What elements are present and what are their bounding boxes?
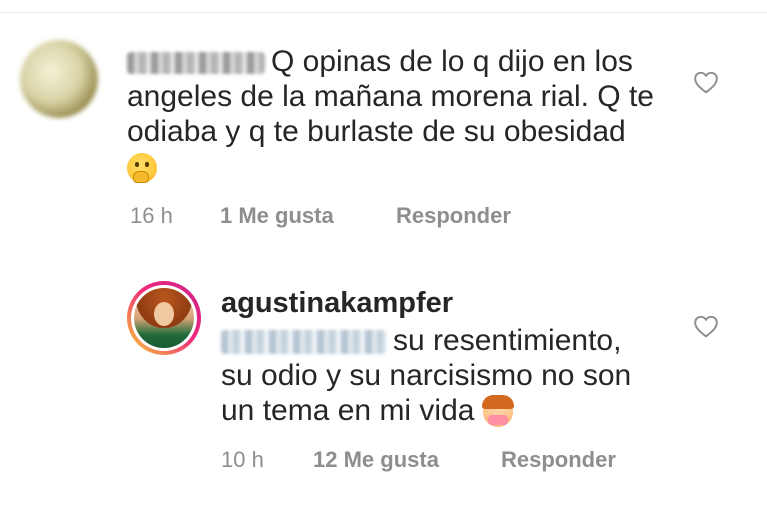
comment-time: 16 h xyxy=(130,203,173,228)
comment-likes-count[interactable]: 1 Me gusta xyxy=(220,203,334,229)
blurred-mention[interactable] xyxy=(221,330,387,355)
woman-gesturing-no-emoji-icon xyxy=(481,395,514,428)
reply-likes-count[interactable]: 12 Me gusta xyxy=(313,447,439,473)
thinking-face-emoji-icon xyxy=(127,153,157,184)
reply-time: 10 h xyxy=(221,447,264,472)
reply-button[interactable]: Responder xyxy=(396,203,511,229)
reply-username[interactable]: agustinakampfer xyxy=(221,287,453,320)
blurred-username[interactable] xyxy=(127,52,265,75)
top-divider xyxy=(0,12,767,13)
profile-photo xyxy=(134,288,194,348)
comment-text: Q opinas de lo q dijo en los angeles de … xyxy=(127,44,687,184)
like-heart-icon[interactable] xyxy=(693,70,719,94)
like-heart-icon[interactable] xyxy=(693,314,719,338)
reply-reply-button[interactable]: Responder xyxy=(501,447,616,473)
reply-text: su resentimiento, su odio y su narcisism… xyxy=(221,324,632,428)
commenter-avatar-blurred[interactable] xyxy=(20,40,98,118)
reply-avatar[interactable] xyxy=(127,281,201,355)
